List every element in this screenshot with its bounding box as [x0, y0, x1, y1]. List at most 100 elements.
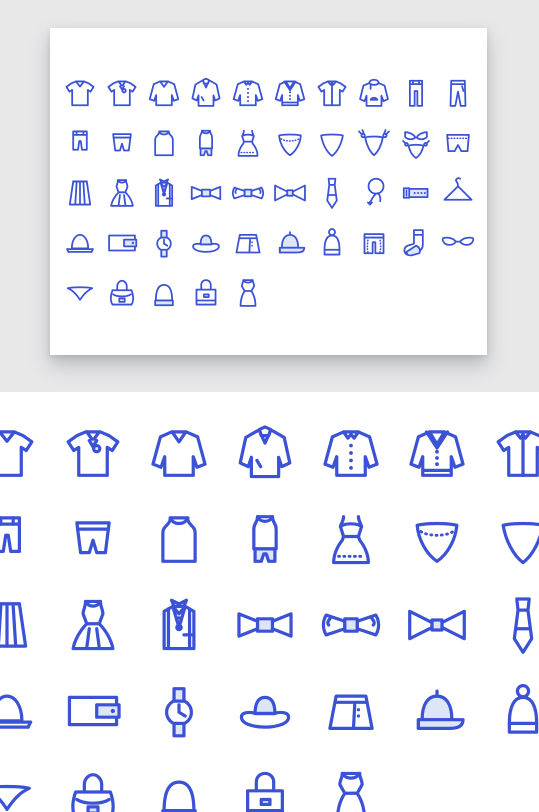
icon-cell-necktie[interactable] [311, 172, 353, 214]
icon-cell-thong[interactable] [0, 764, 50, 812]
icon-cell-tank-top[interactable] [143, 122, 185, 164]
icon-cell-mini-skirt[interactable] [308, 678, 394, 744]
hoodie-icon [359, 78, 389, 107]
icon-cell-button-shirt[interactable] [480, 420, 539, 486]
icon-cell-wallet[interactable] [50, 678, 136, 744]
icon-cell-knit-cap[interactable] [143, 272, 185, 314]
icon-cell-romper[interactable] [222, 506, 308, 572]
icon-cell-briefs[interactable] [311, 122, 353, 164]
hooded-jacket-icon [238, 425, 292, 479]
icon-cell-polo-shirt[interactable] [50, 420, 136, 486]
icon-cell-shorts[interactable] [59, 122, 101, 164]
icon-cell-polo-shirt[interactable] [101, 72, 143, 114]
icon-cell-jeans[interactable] [395, 72, 437, 114]
icon-cell-bow-tie[interactable] [222, 592, 308, 658]
icon-cell-thong[interactable] [59, 272, 101, 314]
icon-cell-evening-dress[interactable] [50, 592, 136, 658]
icon-cell-bow-tie-wide[interactable] [394, 592, 480, 658]
v-neck-cardigan-icon [409, 430, 465, 477]
icon-cell-t-shirt[interactable] [59, 72, 101, 114]
icon-cell-baseball-cap[interactable] [269, 222, 311, 264]
icon-cell-bow-tie[interactable] [185, 172, 227, 214]
wristwatch-icon [156, 229, 172, 258]
bow-tie-wide-icon [408, 609, 466, 641]
icon-cell-purse[interactable] [222, 764, 308, 812]
sun-hat-icon [192, 234, 220, 253]
baseball-cap-icon [278, 231, 306, 254]
icon-cell-tuxedo[interactable] [143, 172, 185, 214]
icon-cell-mini-skirt[interactable] [227, 222, 269, 264]
wallet-icon [67, 695, 121, 727]
icon-cell-sun-hat[interactable] [185, 222, 227, 264]
icon-cell-hooded-jacket[interactable] [222, 420, 308, 486]
icon-cell-bowler-hat[interactable] [59, 222, 101, 264]
icon-cell-boxer-shorts[interactable] [50, 506, 136, 572]
mini-skirt-icon [328, 694, 374, 730]
icon-cell-bowler-hat[interactable] [0, 678, 50, 744]
icon-cell-hoodie[interactable] [353, 72, 395, 114]
icon-cell-pleated-skirt[interactable] [59, 172, 101, 214]
icon-cell-v-neck-cardigan[interactable] [394, 420, 480, 486]
icon-cell-boxer-briefs[interactable] [353, 222, 395, 264]
icon-cell-bodycon-dress[interactable] [227, 272, 269, 314]
icon-cell-handbag[interactable] [50, 764, 136, 812]
icon-cell-wristwatch[interactable] [143, 222, 185, 264]
icon-cell-button-shirt[interactable] [311, 72, 353, 114]
icon-cell-camisole-dress[interactable] [308, 506, 394, 572]
icon-cell-wristwatch[interactable] [136, 678, 222, 744]
icon-cell-long-sleeve-shirt[interactable] [143, 72, 185, 114]
icon-cell-handbag[interactable] [101, 272, 143, 314]
icon-cell-tie-side-bikini[interactable] [353, 122, 395, 164]
icon-cell-bra[interactable] [437, 222, 479, 264]
icon-cell-panties[interactable] [269, 122, 311, 164]
icon-cell-beanie-hat[interactable] [311, 222, 353, 264]
icon-cell-belt[interactable] [395, 172, 437, 214]
icon-cell-evening-dress[interactable] [101, 172, 143, 214]
icon-cell-blouse[interactable] [227, 72, 269, 114]
long-sleeve-shirt-icon [148, 80, 180, 107]
icon-cell-bow-tie-ribbon[interactable] [308, 592, 394, 658]
icon-cell-boxer-shorts[interactable] [101, 122, 143, 164]
tank-top-icon [154, 130, 174, 157]
icon-cell-v-neck-cardigan[interactable] [269, 72, 311, 114]
icon-cell-long-sleeve-shirt[interactable] [136, 420, 222, 486]
boxer-shorts-icon [75, 521, 111, 555]
icon-cell-sun-hat[interactable] [222, 678, 308, 744]
icon-cell-scarf[interactable] [353, 172, 395, 214]
sock-icon [403, 229, 424, 257]
icon-cell-tank-top[interactable] [136, 506, 222, 572]
icon-cell-trousers[interactable] [437, 72, 479, 114]
icon-cell-sock[interactable] [395, 222, 437, 264]
swim-trunks-icon [446, 133, 470, 153]
icon-cell-necktie[interactable] [480, 592, 539, 658]
camisole-dress-icon [332, 515, 370, 565]
icon-cell-pleated-skirt[interactable] [0, 592, 50, 658]
icon-cell-wallet[interactable] [101, 222, 143, 264]
icon-cell-camisole-dress[interactable] [227, 122, 269, 164]
large-icon-grid [0, 420, 539, 812]
bow-tie-icon [190, 185, 222, 201]
icon-cell-swim-trunks[interactable] [437, 122, 479, 164]
icon-cell-shorts[interactable] [0, 506, 50, 572]
icon-cell-bow-tie-wide[interactable] [269, 172, 311, 214]
icon-cell-baseball-cap[interactable] [394, 678, 480, 744]
icon-cell-clothes-hanger[interactable] [437, 172, 479, 214]
icon-cell-bow-tie-ribbon[interactable] [227, 172, 269, 214]
icon-cell-beanie-hat[interactable] [480, 678, 539, 744]
icon-cell-briefs[interactable] [480, 506, 539, 572]
icon-cell-tuxedo[interactable] [136, 592, 222, 658]
icon-cell-t-shirt[interactable] [0, 420, 50, 486]
t-shirt-icon [0, 430, 34, 477]
wristwatch-icon [164, 687, 194, 738]
icon-cell-purse[interactable] [185, 272, 227, 314]
icon-cell-knit-cap[interactable] [136, 764, 222, 812]
shorts-icon [72, 130, 88, 151]
icon-cell-romper[interactable] [185, 122, 227, 164]
icon-cell-blouse[interactable] [308, 420, 394, 486]
pleated-skirt-icon [0, 602, 28, 648]
icon-cell-bodycon-dress[interactable] [308, 764, 394, 812]
icon-cell-hooded-jacket[interactable] [185, 72, 227, 114]
icon-cell-panties[interactable] [394, 506, 480, 572]
icon-cell-bikini-set[interactable] [395, 122, 437, 164]
preview-card[interactable] [50, 28, 487, 355]
